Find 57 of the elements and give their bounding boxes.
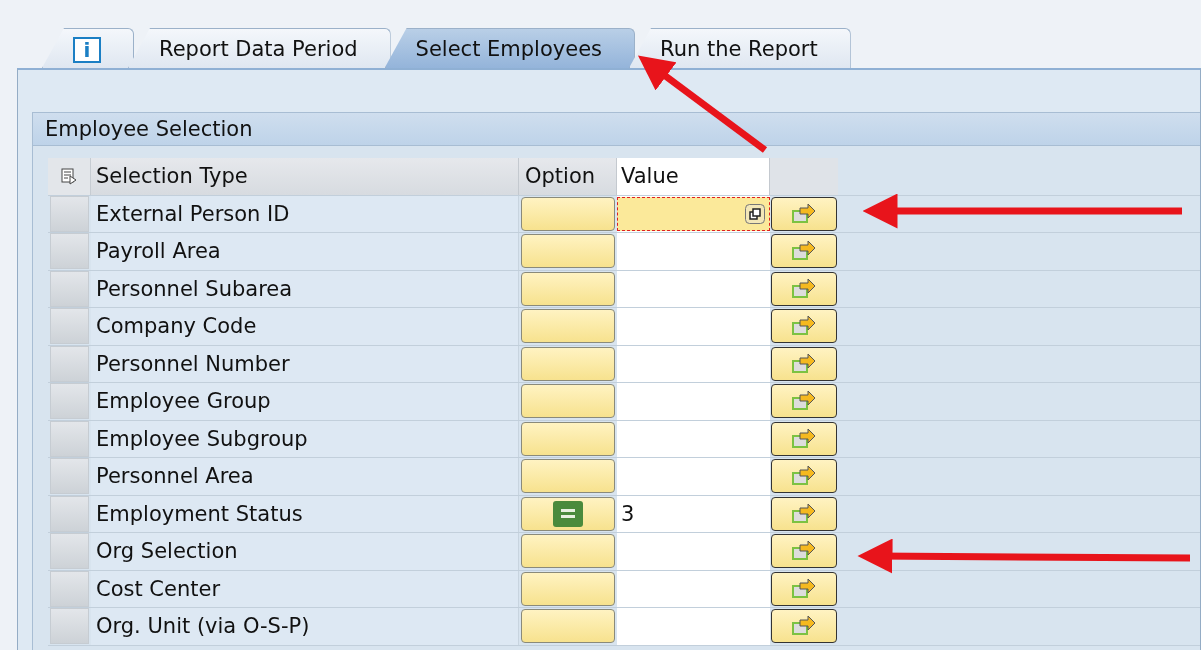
multiple-selection-icon	[790, 576, 818, 601]
tab[interactable]: Select Employees	[384, 28, 635, 68]
table-cell: Personnel Subarea	[91, 270, 519, 307]
column-header: Selection Type	[91, 158, 519, 195]
table-cell: Cost Center	[91, 570, 519, 607]
info-icon: i	[73, 37, 101, 63]
multiple-selection-button[interactable]	[771, 609, 837, 644]
multiple-selection-button[interactable]	[771, 384, 837, 419]
multiple-selection-button[interactable]	[771, 459, 837, 494]
value-field[interactable]: 3	[617, 495, 770, 532]
table-cell: Personnel Area	[91, 458, 519, 495]
option-button[interactable]	[521, 271, 615, 306]
multiple-selection-button[interactable]	[771, 271, 837, 306]
option-button[interactable]	[521, 234, 615, 269]
tab[interactable]: i	[42, 28, 134, 68]
group-title: Employee Selection	[33, 113, 1200, 146]
option-button[interactable]	[521, 571, 615, 606]
multiple-selection-button[interactable]	[771, 196, 837, 231]
multiple-selection-icon	[790, 426, 818, 451]
option-button[interactable]	[521, 346, 615, 381]
multiple-selection-button[interactable]	[771, 496, 837, 531]
table-cell: Employee Subgroup	[91, 420, 519, 457]
multiple-selection-button[interactable]	[771, 234, 837, 269]
column-header	[770, 158, 838, 195]
table-settings-icon[interactable]	[60, 167, 78, 186]
table-cell: Org Selection	[91, 533, 519, 570]
tab[interactable]: Run the Report	[629, 28, 851, 68]
tab[interactable]: Report Data Period	[128, 28, 391, 68]
option-button[interactable]	[521, 534, 615, 569]
multiple-selection-button[interactable]	[771, 571, 837, 606]
option-button[interactable]	[521, 609, 615, 644]
option-button[interactable]	[521, 459, 615, 494]
table-cell: Employee Group	[91, 383, 519, 420]
multiple-selection-icon	[790, 276, 818, 301]
multiple-selection-icon	[790, 351, 818, 376]
table-cell: Payroll Area	[91, 233, 519, 270]
multiple-selection-button[interactable]	[771, 346, 837, 381]
option-button[interactable]	[521, 384, 615, 419]
table-cell: Company Code	[91, 308, 519, 345]
table-cell: Personnel Number	[91, 345, 519, 382]
multiple-selection-icon	[790, 201, 818, 226]
option-button[interactable]	[521, 496, 615, 531]
table-cell: External Person ID	[91, 195, 519, 232]
column-header: Value	[617, 158, 770, 195]
option-button[interactable]	[521, 421, 615, 456]
multiple-selection-icon	[790, 501, 818, 526]
table-cell: Org. Unit (via O-S-P)	[91, 608, 519, 645]
value-field[interactable]	[617, 196, 770, 231]
option-button[interactable]	[521, 309, 615, 344]
multiple-selection-button[interactable]	[771, 534, 837, 569]
value-help-icon[interactable]	[745, 203, 765, 224]
column-header: Option	[519, 158, 617, 195]
multiple-selection-button[interactable]	[771, 421, 837, 456]
multiple-selection-button[interactable]	[771, 309, 837, 344]
option-button[interactable]	[521, 196, 615, 231]
equals-icon	[553, 500, 583, 527]
table-cell: Employment Status	[91, 495, 519, 532]
